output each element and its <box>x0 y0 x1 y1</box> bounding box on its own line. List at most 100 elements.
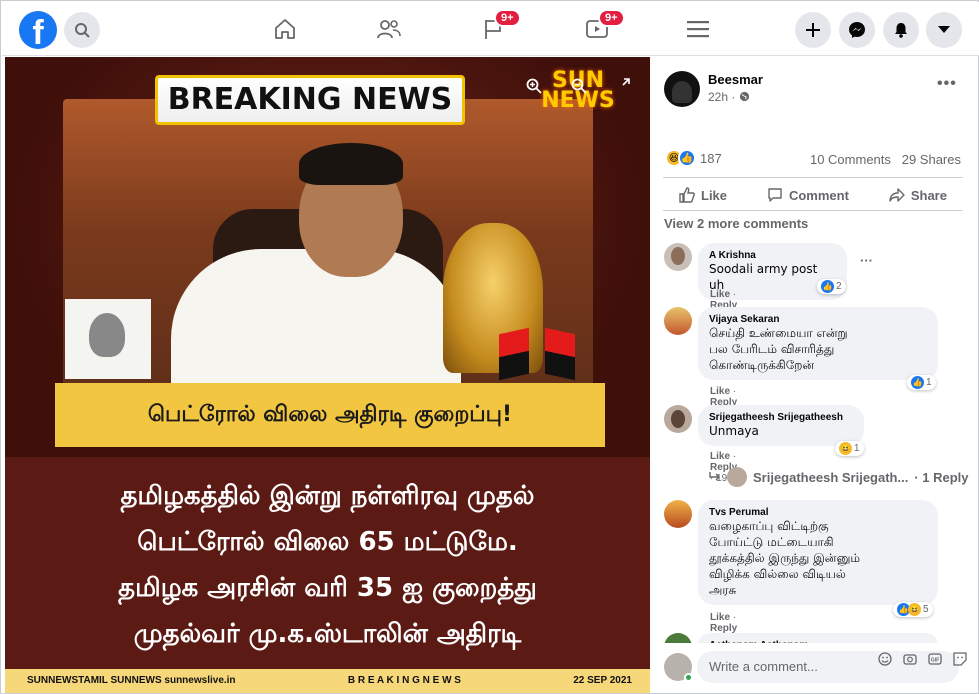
sticker-icon[interactable] <box>952 651 968 667</box>
gif-icon[interactable]: GIF <box>927 651 943 667</box>
watch-tab[interactable]: 9+ <box>582 9 625 44</box>
reply-count: · 1 Reply <box>914 469 969 485</box>
post-time: 22h · <box>708 90 736 104</box>
headline-banner: பெட்ரோல் விலை அதிரடி குறைப்பு! <box>55 383 605 447</box>
comment-reactions[interactable]: 👍 1 <box>907 375 936 390</box>
commenter-avatar[interactable] <box>664 307 692 335</box>
comment-bubble-icon <box>768 188 782 202</box>
online-status-dot <box>684 673 693 682</box>
view-more-comments-link[interactable]: View 2 more comments <box>664 216 808 231</box>
commenter-name[interactable]: Srijegatheesh Srijegatheesh <box>709 412 853 423</box>
thumbs-up-icon <box>679 187 695 203</box>
post-options-button[interactable]: ••• <box>937 75 957 93</box>
zoom-out-icon[interactable] <box>571 78 587 94</box>
comment-like-link[interactable]: Like <box>710 612 730 623</box>
haha-reaction-icon: 😆 <box>908 603 921 616</box>
messenger-button[interactable] <box>839 12 875 48</box>
news-line: தமிழக அரசின் வரி 35 ஐ குறைத்து <box>118 573 537 603</box>
share-label: Share <box>910 187 947 203</box>
commenter-avatar[interactable] <box>664 405 692 433</box>
zoom-in-icon[interactable] <box>526 78 542 94</box>
like-label: Like <box>701 187 728 203</box>
comments-count[interactable]: 10 Comments <box>810 152 891 167</box>
account-dropdown-button[interactable] <box>926 12 962 48</box>
party-flag <box>499 327 529 381</box>
comment-like-link[interactable]: Like <box>710 451 730 462</box>
news-body-text: தமிழகத்தில் இன்று நள்ளிரவு முதல் பெட்ரோல… <box>5 473 650 657</box>
menu-tab[interactable] <box>683 14 713 44</box>
share-button[interactable]: Share <box>889 179 947 211</box>
author-avatar[interactable] <box>664 71 700 107</box>
divider <box>663 177 963 178</box>
comment-bubble: Srijegatheesh Srijegatheesh Unmaya <box>698 405 864 446</box>
news-line: தமிழகத்தில் இன்று நள்ளிரவு முதல் <box>120 481 535 511</box>
news-line: முதல்வர் மு.க.ஸ்டாலின் அதிரடி <box>133 619 522 649</box>
footer-date: 22 SEP 2021 <box>573 675 632 686</box>
comment-reactions[interactable]: 👍 2 <box>817 279 846 294</box>
post-actions: Like Comment Share <box>663 179 963 211</box>
reaction-count: 187 <box>700 150 722 166</box>
globe-icon <box>739 91 749 102</box>
notifications-button[interactable] <box>883 12 919 48</box>
reply-author-name: Srijegatheesh Srijegath... <box>753 469 909 485</box>
comment-reaction-count: 5 <box>923 604 929 615</box>
fullscreen-icon[interactable] <box>616 78 630 92</box>
friends-tab[interactable] <box>374 14 404 44</box>
comment-text: Unmaya <box>709 424 759 438</box>
like-reaction-icon: 👍 <box>678 149 696 167</box>
comment-button[interactable]: Comment <box>767 179 849 211</box>
search-button[interactable] <box>64 12 100 48</box>
divider <box>663 210 963 211</box>
watch-notification-badge: 9+ <box>598 9 625 27</box>
home-icon <box>275 19 295 39</box>
post-timestamp[interactable]: 22h · <box>708 90 750 104</box>
share-arrow-icon <box>889 188 905 202</box>
haha-reaction-icon: 😆 <box>839 442 852 455</box>
commenter-name[interactable]: Tvs Perumal <box>709 507 927 518</box>
messenger-icon <box>849 22 865 38</box>
commenter-name[interactable]: Vijaya Sekaran <box>709 314 927 325</box>
news-photo <box>63 99 593 429</box>
friends-icon <box>377 20 401 39</box>
facebook-logo[interactable]: f <box>19 11 57 49</box>
author-name[interactable]: Beesmar <box>708 72 763 87</box>
portrait-frame <box>65 299 151 379</box>
comment-options-button[interactable]: ··· <box>860 253 873 268</box>
party-flag <box>545 327 575 381</box>
news-line: பெட்ரோல் விலை 65 மட்டுமே. <box>137 527 518 557</box>
facebook-window: f 9+ 9+ BREAKING NEWS SUN NEWS பெட்ரோல் … <box>0 0 979 694</box>
footer-breaking-news: B R E A K I N G N E W S <box>347 675 461 686</box>
comment-bubble: Vijaya Sekaran செய்தி உண்மையா என்று பல ப… <box>698 307 938 380</box>
home-tab[interactable] <box>270 14 300 44</box>
groups-tab[interactable]: 9+ <box>478 9 521 44</box>
camera-icon[interactable] <box>902 651 918 667</box>
like-button[interactable]: Like <box>679 179 727 211</box>
groups-notification-badge: 9+ <box>494 9 521 27</box>
shares-count[interactable]: 29 Shares <box>902 152 961 167</box>
reply-arrow-icon <box>709 472 720 481</box>
current-user-avatar[interactable] <box>664 653 693 682</box>
bell-icon <box>895 23 907 38</box>
comment-like-link[interactable]: Like <box>710 386 730 397</box>
top-navigation-bar: f 9+ 9+ <box>2 2 979 56</box>
like-reaction-icon: 👍 <box>911 376 924 389</box>
comment-reactions[interactable]: 👍 😆 5 <box>893 602 933 617</box>
comment-reaction-count: 1 <box>926 377 932 388</box>
reaction-summary[interactable]: 😆 👍 187 <box>665 149 722 167</box>
comment-reaction-count: 2 <box>836 281 842 292</box>
comment-like-link[interactable]: Like <box>710 289 730 300</box>
post-image[interactable]: BREAKING NEWS SUN NEWS பெட்ரோல் விலை அதி… <box>5 57 650 693</box>
create-button[interactable] <box>795 12 831 48</box>
composer-tools: GIF <box>877 651 968 667</box>
plus-icon <box>806 23 820 37</box>
comment-reactions[interactable]: 😆 1 <box>835 441 864 456</box>
emoji-icon[interactable] <box>877 651 893 667</box>
post-stats: 10 Comments 29 Shares <box>810 152 961 167</box>
post-details-panel: Beesmar 22h · ••• 😆 👍 187 10 Comments 29… <box>651 57 978 693</box>
commenter-avatar[interactable] <box>664 243 692 271</box>
breaking-news-banner: BREAKING NEWS <box>155 75 465 125</box>
commenter-avatar[interactable] <box>664 500 692 528</box>
view-replies-link[interactable]: Srijegatheesh Srijegath... · 1 Reply <box>709 467 969 487</box>
like-reaction-icon: 👍 <box>821 280 834 293</box>
commenter-name[interactable]: A Krishna <box>709 250 836 261</box>
